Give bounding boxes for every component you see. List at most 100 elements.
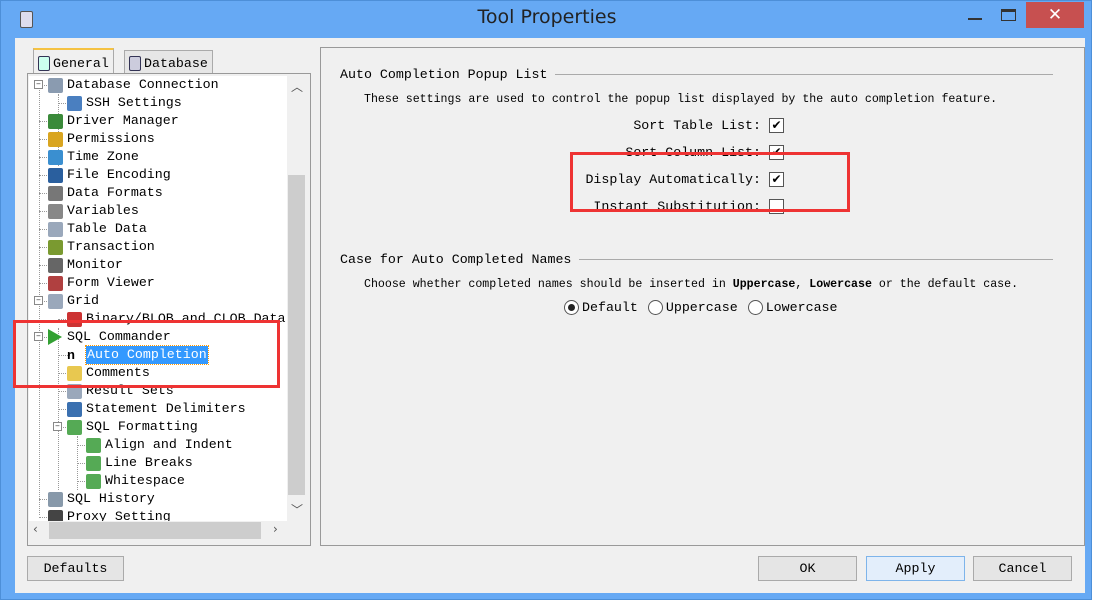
tree-item[interactable]: SQL Formatting	[67, 418, 198, 436]
radio-label: Default	[582, 300, 638, 315]
desc-text: or the default case.	[871, 278, 1019, 291]
tree-item-label: Whitespace	[105, 473, 185, 488]
annotation-highlight-box	[13, 320, 280, 388]
table-icon	[48, 221, 63, 237]
database-check-icon	[129, 56, 141, 71]
tree-item-label: Form Viewer	[67, 275, 155, 290]
cancel-button[interactable]: Cancel	[973, 556, 1072, 581]
section-title: Case for Auto Completed Names	[340, 252, 572, 267]
tree-item-label: Align and Indent	[105, 437, 233, 452]
tree-item-label: Line Breaks	[105, 455, 193, 470]
option-label: Sort Table List:	[633, 117, 761, 133]
section-case: Case for Auto Completed Names	[340, 252, 1053, 267]
case-radio-uppercase[interactable]: Uppercase	[647, 300, 738, 315]
key-icon	[48, 131, 63, 147]
floppy-disk-icon	[48, 167, 63, 183]
annotation-highlight-box	[570, 152, 850, 212]
format-icon	[86, 473, 101, 489]
radio-label: Lowercase	[765, 300, 838, 315]
tree-item-label: File Encoding	[67, 167, 171, 182]
case-radio-default[interactable]: Default	[564, 300, 638, 315]
maximize-button[interactable]	[1001, 9, 1016, 21]
tree-item[interactable]: Line Breaks	[86, 454, 193, 472]
scrollbar-thumb[interactable]	[288, 175, 305, 495]
history-icon	[48, 491, 63, 507]
ssh-server-icon	[67, 95, 82, 111]
radio-button[interactable]	[647, 300, 663, 315]
clipboard-icon	[38, 55, 50, 71]
collapse-toggle[interactable]: –	[34, 80, 43, 89]
tree-item[interactable]: Variables	[48, 202, 139, 220]
radio-button[interactable]	[564, 300, 579, 315]
desc-text: Choose whether completed names should be…	[364, 278, 733, 291]
tree-item[interactable]: Data Formats	[48, 184, 163, 202]
window-title: Tool Properties	[477, 6, 617, 28]
tree-item[interactable]: Whitespace	[86, 472, 185, 490]
case-radio-group: Default Uppercase Lowercase	[564, 300, 838, 315]
tree-item-label: Monitor	[67, 257, 123, 272]
popup-description: These settings are used to control the p…	[364, 93, 998, 106]
tree-item[interactable]: Permissions	[48, 130, 155, 148]
tree-item-label: Time Zone	[67, 149, 139, 164]
divider	[555, 74, 1053, 75]
tab-label: Database	[144, 56, 208, 71]
transaction-icon	[48, 239, 63, 255]
percent-icon	[48, 185, 63, 201]
option-checkbox[interactable]: ✔	[769, 117, 784, 133]
case-description: Choose whether completed names should be…	[364, 278, 1018, 291]
tab-database[interactable]: Database	[124, 50, 213, 73]
tree-item-label: SSH Settings	[86, 95, 182, 110]
tree-item[interactable]: Time Zone	[48, 148, 139, 166]
tree-vertical-scrollbar[interactable]: ︿ ﹀	[287, 76, 306, 521]
tree-item[interactable]: File Encoding	[48, 166, 171, 184]
scroll-left-icon[interactable]: ‹	[33, 522, 38, 536]
tree-item-label: Grid	[67, 293, 99, 308]
format-icon	[86, 455, 101, 471]
tab-label: General	[53, 55, 109, 71]
scroll-up-icon[interactable]: ︿	[291, 78, 303, 95]
close-button[interactable]: ✕	[1026, 2, 1084, 28]
grid-icon	[48, 293, 63, 309]
desc-uppercase: Uppercase	[732, 278, 796, 291]
tree-item[interactable]: Form Viewer	[48, 274, 155, 292]
option-row: Sort Table List: ✔	[633, 116, 784, 134]
scroll-right-icon[interactable]: ›	[273, 522, 278, 536]
proxy-agent-icon	[48, 509, 63, 521]
tree-item-label: SQL Formatting	[86, 419, 198, 434]
tree-item[interactable]: Align and Indent	[86, 436, 233, 454]
tree-item[interactable]: Proxy Setting	[48, 508, 171, 521]
tab-general[interactable]: General	[33, 48, 114, 73]
collapse-toggle[interactable]: –	[53, 422, 62, 431]
divider	[579, 259, 1053, 260]
tree-item-label: Driver Manager	[67, 113, 179, 128]
tree-item[interactable]: Grid	[48, 292, 99, 310]
ok-button[interactable]: OK	[758, 556, 857, 581]
tree-item[interactable]: Database Connection	[48, 76, 219, 94]
stopwatch-icon	[48, 257, 63, 273]
tree-horizontal-scrollbar[interactable]: ‹ ›	[29, 521, 287, 540]
scroll-down-icon[interactable]: ﹀	[291, 501, 303, 518]
section-title: Auto Completion Popup List	[340, 67, 548, 82]
tree-item-label: Statement Delimiters	[86, 401, 246, 416]
form-icon	[48, 275, 63, 291]
tree-item[interactable]: Driver Manager	[48, 112, 179, 130]
dollar-icon	[48, 203, 63, 219]
defaults-button[interactable]: Defaults	[27, 556, 124, 581]
tree-item[interactable]: Statement Delimiters	[67, 400, 246, 418]
driver-card-icon	[48, 113, 63, 129]
scrollbar-thumb[interactable]	[49, 522, 261, 539]
radio-button[interactable]	[747, 300, 763, 315]
tree-item[interactable]: SQL History	[48, 490, 155, 508]
tree-item[interactable]: Transaction	[48, 238, 155, 256]
case-radio-lowercase[interactable]: Lowercase	[747, 300, 838, 315]
tree-item[interactable]: SSH Settings	[67, 94, 182, 112]
tree-item[interactable]: Table Data	[48, 220, 147, 238]
tree-item-label: Database Connection	[67, 77, 219, 92]
desc-text: ,	[795, 278, 810, 291]
section-popup-list: Auto Completion Popup List	[340, 67, 1053, 82]
minimize-button[interactable]	[968, 18, 982, 20]
tree-item[interactable]: Monitor	[48, 256, 123, 274]
settings-tree[interactable]: – Database Connection SSH Settings Driver M…	[29, 76, 287, 521]
collapse-toggle[interactable]: –	[34, 296, 43, 305]
apply-button[interactable]: Apply	[866, 556, 965, 581]
